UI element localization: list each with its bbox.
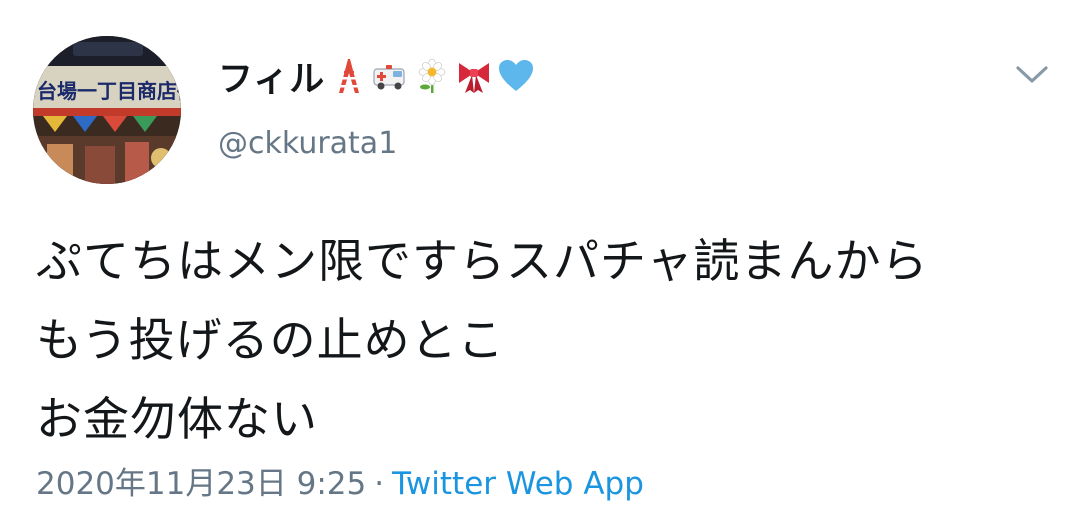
ribbon-icon (459, 63, 490, 93)
tweet-meta: 2020年11月23日 9:25 · Twitter Web App (36, 458, 644, 503)
tweet-line: お金勿体ない (36, 392, 318, 446)
tweet-line: もう投げるの止めとこ (36, 313, 505, 367)
avatar[interactable]: 台場一丁目商店街 (33, 36, 181, 184)
daisy-icon (418, 58, 446, 93)
tweet-card: 台場一丁目商店街 フィル @ckkurata1 ぷてちはメン限ですらスパチャ読ま… (0, 0, 1080, 531)
tokyo-tower-icon (339, 59, 360, 93)
tweet-source-link[interactable]: Twitter Web App (392, 466, 644, 502)
ambulance-icon (373, 65, 405, 90)
user-name-row[interactable]: フィル (218, 54, 539, 100)
tweet-timestamp[interactable]: 2020年11月23日 9:25 (36, 466, 366, 502)
tweet-text: ぷてちはメン限ですらスパチャ読まんから もう投げるの止めとこ お金勿体ない (36, 222, 1056, 459)
chevron-down-icon[interactable] (1012, 58, 1052, 90)
name-emoji-row (329, 57, 539, 95)
tweet-line: ぷてちはメン限ですらスパチャ読まんから (36, 234, 929, 288)
blue-heart-icon (499, 60, 534, 91)
meta-separator: · (374, 466, 385, 502)
display-name[interactable]: フィル (218, 51, 325, 102)
avatar-sign-text: 台場一丁目商店街 (37, 79, 181, 103)
user-handle[interactable]: @ckkurata1 (218, 126, 397, 161)
